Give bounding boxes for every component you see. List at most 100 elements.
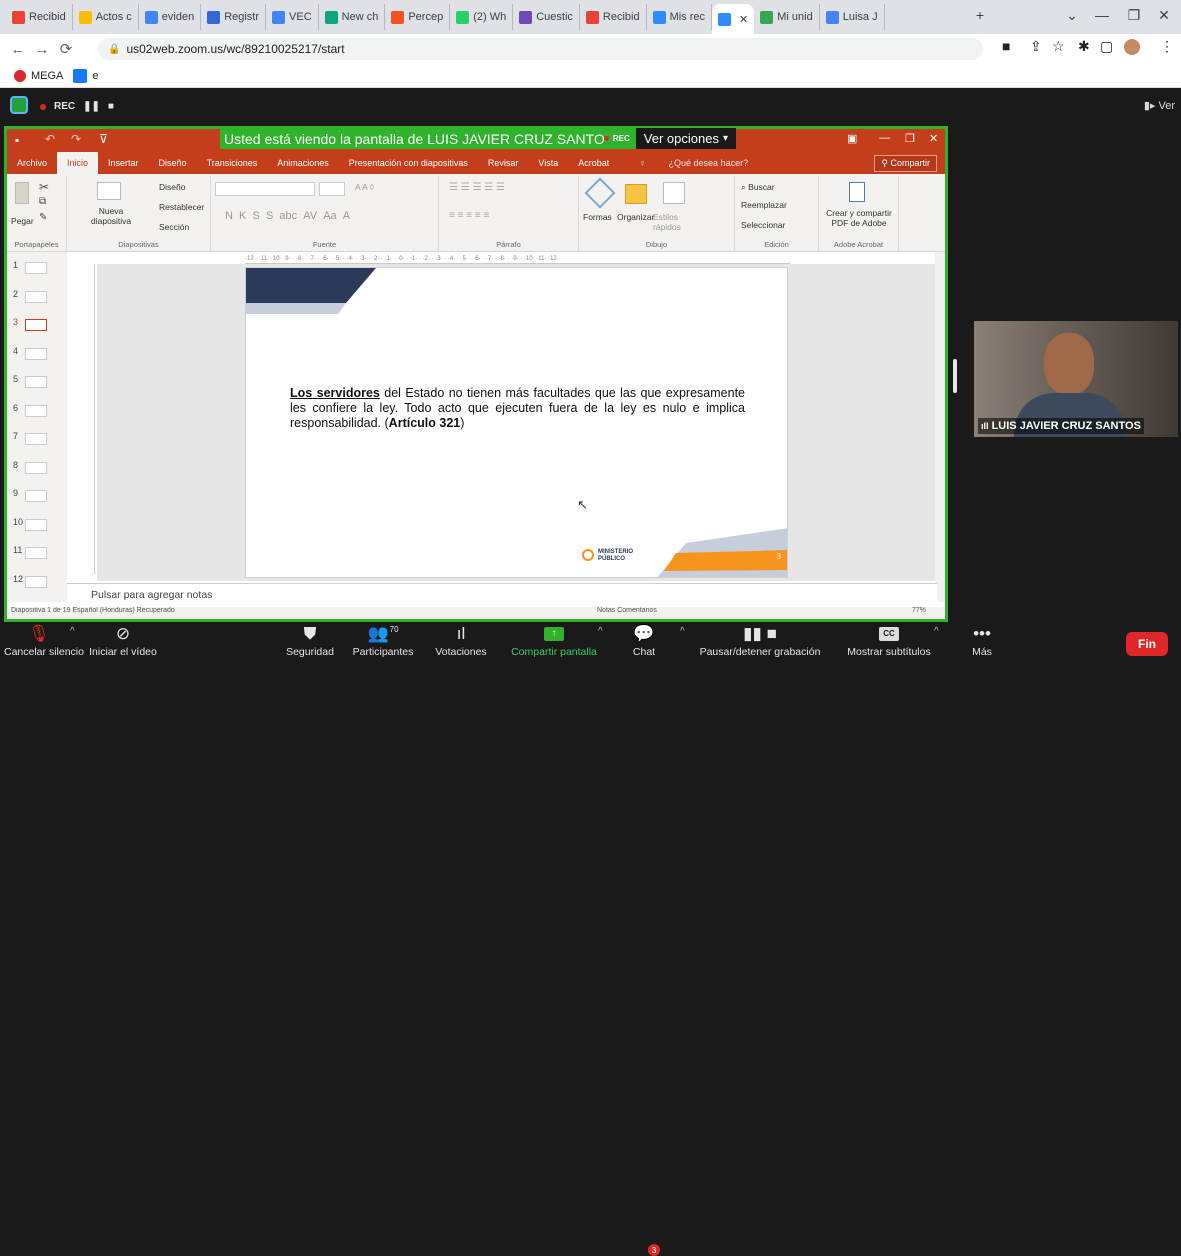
layout-button[interactable]: Diseño [159, 182, 185, 192]
participants-button[interactable]: 👥 70 Participantes [348, 622, 418, 665]
panel-resize-handle[interactable] [953, 359, 957, 393]
align-icons[interactable]: ≡ ≡ ≡ ≡ ≡ [449, 210, 489, 221]
status-notes-comments[interactable]: Notas Comentarios [597, 607, 657, 614]
new-tab-button[interactable]: + [960, 0, 1000, 30]
slide-thumbnail[interactable]: 1 [13, 258, 63, 278]
list-icons[interactable]: ☰ ☰ ☰ ☰ ☰ [449, 182, 505, 193]
share-screen-button[interactable]: ↑ Compartir pantalla [505, 622, 603, 665]
present-icon[interactable]: ⊽ [99, 132, 108, 146]
new-slide-button[interactable]: Nueva diapositiva [91, 206, 131, 226]
pdf-icon[interactable] [849, 182, 865, 202]
quick-styles-icon[interactable] [663, 182, 685, 204]
browser-tab[interactable]: New ch [319, 4, 386, 30]
section-button[interactable]: Sección [159, 222, 189, 232]
browser-tab[interactable]: ✕ [712, 4, 755, 34]
bookmark-star-icon[interactable]: ☆ [1052, 38, 1065, 55]
browser-tab[interactable]: Mis rec [647, 4, 713, 30]
paste-label[interactable]: Pegar [11, 216, 34, 226]
start-video-button[interactable]: ⊘ Iniciar el vídeo [78, 622, 168, 665]
shapes-label[interactable]: Formas [583, 212, 612, 222]
notes-pane[interactable]: Pulsar para agregar notas [67, 583, 937, 605]
font-name-input[interactable] [215, 182, 315, 196]
browser-tab[interactable]: Luisa J [820, 4, 885, 30]
camera-icon[interactable]: ■ [1002, 38, 1010, 54]
copy-icon[interactable]: ⧉ [39, 196, 46, 207]
stop-icon[interactable]: ■ [108, 101, 114, 112]
ribbon-tab[interactable]: Transiciones [197, 158, 268, 168]
pause-stop-recording-button[interactable]: ▮▮ ■ Pausar/detener grabación [690, 622, 830, 665]
browser-tab[interactable]: eviden [139, 4, 202, 30]
slide-thumbnail[interactable]: 3 [13, 315, 63, 335]
chevron-up-icon[interactable]: ^ [70, 626, 75, 637]
more-button[interactable]: ••• Más [962, 622, 1002, 665]
shapes-icon[interactable] [584, 177, 616, 209]
slide-thumbnail[interactable]: 12 [13, 572, 63, 592]
ribbon-tab[interactable]: Insertar [98, 158, 149, 168]
browser-tab[interactable]: Actos c [73, 4, 139, 30]
slide-thumbnail[interactable]: 8 [13, 458, 63, 478]
scissors-icon[interactable]: ✂ [39, 180, 49, 194]
security-button[interactable]: ⛊ Seguridad [280, 622, 340, 665]
ribbon-tab[interactable]: Revisar [478, 158, 529, 168]
browser-tab[interactable]: (2) Wh [450, 4, 514, 30]
browser-tab[interactable]: Mi unid [754, 4, 820, 30]
quick-styles-label[interactable]: Estilos rápidos [653, 212, 693, 232]
slide-thumbnail[interactable]: 7 [13, 429, 63, 449]
back-icon[interactable]: ← [6, 41, 30, 58]
tell-me-search[interactable]: ♀ ¿Qué desea hacer? [619, 158, 768, 168]
new-slide-icon[interactable] [97, 182, 121, 200]
replace-button[interactable]: Reemplazar [741, 200, 787, 210]
arrange-icon[interactable] [625, 184, 647, 204]
extensions-icon[interactable]: ✱ [1078, 38, 1090, 55]
slide-thumbnail[interactable]: 10 [13, 515, 63, 535]
slide-thumbnail[interactable]: 5 [13, 372, 63, 392]
ppt-close-icon[interactable]: ✕ [929, 132, 938, 145]
ribbon-tab[interactable]: Animaciones [267, 158, 339, 168]
font-size-input[interactable] [319, 182, 345, 196]
select-button[interactable]: Seleccionar [741, 220, 785, 230]
security-shield-icon[interactable] [10, 96, 28, 114]
chevron-up-icon[interactable]: ^ [598, 626, 603, 637]
ppt-share-button[interactable]: ⚲ Compartir [874, 155, 937, 172]
ribbon-tab[interactable]: Diseño [149, 158, 197, 168]
reset-button[interactable]: Restablecer [159, 202, 204, 212]
browser-tab[interactable]: Registr [201, 4, 267, 30]
chat-button[interactable]: 💬 Chat [618, 622, 670, 665]
recording-indicator[interactable]: REC ❚❚ ■ [40, 101, 114, 112]
captions-button[interactable]: CC Mostrar subtítulos [844, 622, 934, 665]
view-button[interactable]: ▮▸ Ver [1144, 99, 1175, 112]
end-meeting-button[interactable]: Fin [1126, 632, 1168, 656]
ribbon-tab[interactable]: Archivo [7, 158, 57, 168]
slide-thumbnail[interactable]: 2 [13, 287, 63, 307]
create-pdf-button[interactable]: Crear y compartir PDF de Adobe [821, 208, 897, 228]
ribbon-tab[interactable]: Acrobat [568, 158, 619, 168]
forward-icon[interactable]: → [30, 41, 54, 58]
polls-button[interactable]: ıl Votaciones [430, 622, 492, 665]
pause-icon[interactable]: ❚❚ [83, 101, 100, 112]
current-slide[interactable]: Los servidores del Estado no tienen más … [245, 267, 788, 578]
slide-thumbnail[interactable]: 11 [13, 543, 63, 563]
ppt-minimize-icon[interactable]: — [879, 132, 890, 144]
share-icon[interactable]: ⇪ [1030, 38, 1042, 55]
close-tab-icon[interactable]: ✕ [739, 13, 748, 26]
browser-tab[interactable]: Percep [385, 4, 451, 30]
reload-icon[interactable]: ⟳ [54, 40, 78, 58]
arrange-label[interactable]: Organizar [617, 212, 654, 222]
close-window-button[interactable]: ✕ [1144, 0, 1181, 30]
address-bar[interactable]: 🔒 us02web.zoom.us/wc/89210025217/start [98, 38, 983, 60]
bookmark-facebook[interactable]: e [73, 68, 99, 83]
browser-tab[interactable]: VEC [266, 4, 319, 30]
browser-tab[interactable]: Recibid [6, 4, 73, 30]
ppt-restore-icon[interactable]: ❐ [905, 132, 915, 145]
paste-icon[interactable] [15, 182, 29, 204]
browser-tab[interactable]: Recibid [580, 4, 647, 30]
bookmark-mega[interactable]: MEGA [14, 69, 63, 82]
browser-tab[interactable]: Cuestic [513, 4, 580, 30]
ribbon-display-icon[interactable]: ▣ [847, 132, 857, 145]
view-options-button[interactable]: Ver opciones ▾ [635, 128, 736, 149]
sidepanel-icon[interactable]: ▢ [1100, 38, 1113, 55]
slide-thumbnail[interactable]: 4 [13, 344, 63, 364]
unmute-button[interactable]: 🎙 Cancelar silencio [4, 622, 84, 665]
chevron-up-icon[interactable]: ^ [680, 626, 685, 637]
find-button[interactable]: ⌕ Buscar [741, 182, 775, 193]
